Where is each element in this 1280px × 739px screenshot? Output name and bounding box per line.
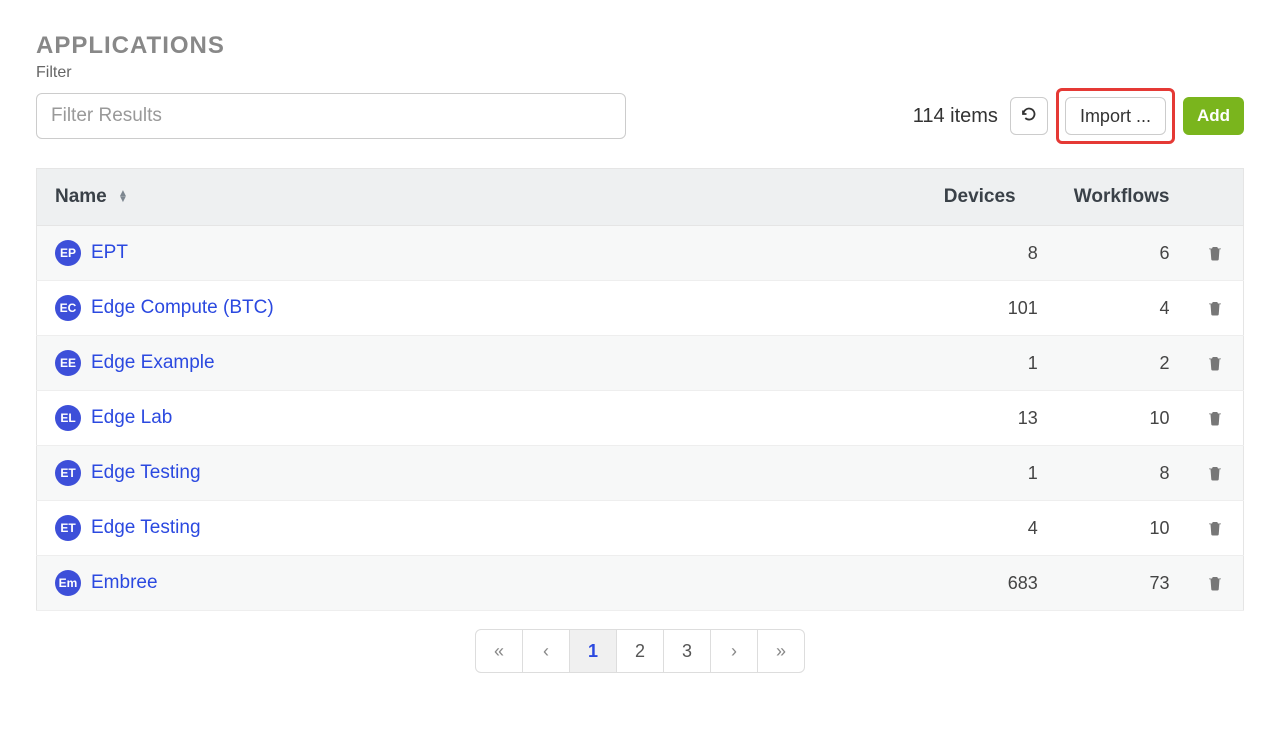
top-actions: 114 items Import ... Add — [913, 88, 1244, 144]
app-name-link[interactable]: Edge Testing — [91, 462, 201, 484]
table-row: EP EPT 86 — [37, 226, 1244, 281]
refresh-icon — [1021, 106, 1037, 127]
app-avatar: EL — [55, 405, 81, 431]
add-button[interactable]: Add — [1183, 97, 1244, 135]
page-3[interactable]: 3 — [663, 629, 711, 673]
devices-cell: 1 — [926, 336, 1056, 391]
table-row: ET Edge Testing 18 — [37, 446, 1244, 501]
page-2[interactable]: 2 — [616, 629, 664, 673]
app-name-link[interactable]: Edge Testing — [91, 517, 201, 539]
filter-input[interactable] — [36, 93, 626, 139]
devices-cell: 683 — [926, 556, 1056, 611]
table-row: EL Edge Lab 1310 — [37, 391, 1244, 446]
devices-cell: 101 — [926, 281, 1056, 336]
trash-icon[interactable] — [1206, 409, 1226, 427]
item-count: 114 items — [913, 105, 998, 128]
column-header-actions — [1188, 169, 1244, 226]
devices-cell: 4 — [926, 501, 1056, 556]
app-name-link[interactable]: Embree — [91, 572, 158, 594]
trash-icon[interactable] — [1206, 244, 1226, 262]
app-name-link[interactable]: EPT — [91, 242, 128, 264]
page-prev[interactable]: ‹ — [522, 629, 570, 673]
workflows-cell: 2 — [1056, 336, 1188, 391]
filter-label: Filter — [36, 64, 1244, 82]
workflows-cell: 73 — [1056, 556, 1188, 611]
workflows-cell: 4 — [1056, 281, 1188, 336]
app-name-link[interactable]: Edge Lab — [91, 407, 172, 429]
app-name-link[interactable]: Edge Compute (BTC) — [91, 297, 274, 319]
pagination: « ‹ 1 2 3 › » — [36, 629, 1244, 673]
workflows-cell: 10 — [1056, 391, 1188, 446]
app-avatar: ET — [55, 515, 81, 541]
trash-icon[interactable] — [1206, 519, 1226, 537]
workflows-cell: 10 — [1056, 501, 1188, 556]
trash-icon[interactable] — [1206, 464, 1226, 482]
app-name-link[interactable]: Edge Example — [91, 352, 215, 374]
toolbar-row: 114 items Import ... Add — [36, 88, 1244, 144]
table-row: EE Edge Example 12 — [37, 336, 1244, 391]
table-row: ET Edge Testing 410 — [37, 501, 1244, 556]
sort-icon: ▲▼ — [118, 191, 128, 203]
app-avatar: Em — [55, 570, 81, 596]
devices-cell: 1 — [926, 446, 1056, 501]
trash-icon[interactable] — [1206, 354, 1226, 372]
trash-icon[interactable] — [1206, 574, 1226, 592]
page-first[interactable]: « — [475, 629, 523, 673]
import-button[interactable]: Import ... — [1065, 97, 1166, 135]
column-name-label: Name — [55, 186, 107, 207]
app-avatar: EP — [55, 240, 81, 266]
column-header-devices[interactable]: Devices — [926, 169, 1056, 226]
table-row: EC Edge Compute (BTC) 1014 — [37, 281, 1244, 336]
page-title: APPLICATIONS — [36, 32, 1244, 60]
page-next[interactable]: › — [710, 629, 758, 673]
table-row: Em Embree 68373 — [37, 556, 1244, 611]
workflows-cell: 8 — [1056, 446, 1188, 501]
page-1[interactable]: 1 — [569, 629, 617, 673]
app-avatar: EC — [55, 295, 81, 321]
table-header-row: Name ▲▼ Devices Workflows — [37, 169, 1244, 226]
devices-cell: 13 — [926, 391, 1056, 446]
trash-icon[interactable] — [1206, 299, 1226, 317]
workflows-cell: 6 — [1056, 226, 1188, 281]
devices-cell: 8 — [926, 226, 1056, 281]
column-header-name[interactable]: Name ▲▼ — [37, 169, 926, 226]
app-avatar: EE — [55, 350, 81, 376]
import-highlight: Import ... — [1056, 88, 1175, 144]
app-avatar: ET — [55, 460, 81, 486]
refresh-button[interactable] — [1010, 97, 1048, 135]
applications-table: Name ▲▼ Devices Workflows EPEPT86ECEdge … — [36, 168, 1244, 611]
column-header-workflows[interactable]: Workflows — [1056, 169, 1188, 226]
page-last[interactable]: » — [757, 629, 805, 673]
